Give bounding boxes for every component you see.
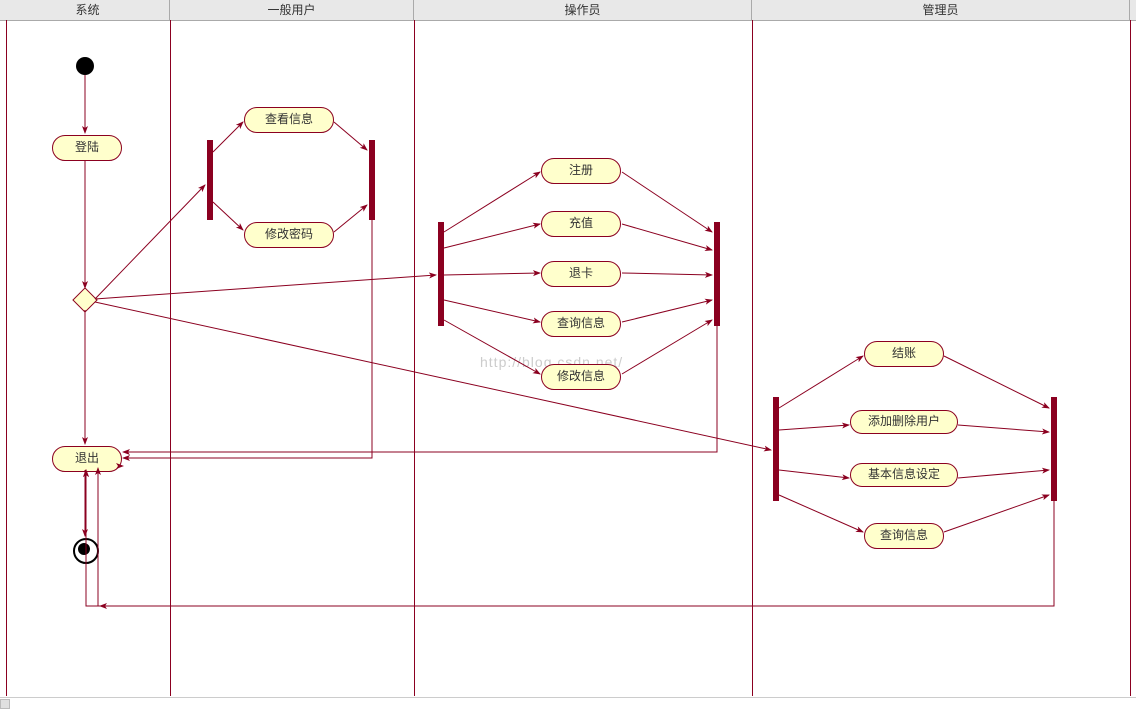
swimlane-header-operator: 操作员 [414, 0, 752, 20]
activity-login[interactable]: 登陆 [52, 135, 122, 161]
lane-border [170, 20, 171, 696]
swimlane-header-admin: 管理员 [752, 0, 1130, 20]
activity-settle[interactable]: 结账 [864, 341, 944, 367]
decision-node [72, 287, 97, 312]
lane-border [6, 20, 7, 696]
join-bar-operator [714, 222, 720, 326]
lane-border [414, 20, 415, 696]
scrollbar-corner-icon [0, 699, 10, 709]
final-node [73, 538, 99, 564]
activity-query-info-operator[interactable]: 查询信息 [541, 311, 621, 337]
activity-register[interactable]: 注册 [541, 158, 621, 184]
initial-node [76, 57, 94, 75]
lane-border [1130, 20, 1131, 696]
fork-bar-operator [438, 222, 444, 326]
bottom-ruler [0, 697, 1136, 698]
activity-change-password[interactable]: 修改密码 [244, 222, 334, 248]
activity-basic-settings[interactable]: 基本信息设定 [850, 463, 958, 487]
activity-view-info[interactable]: 查看信息 [244, 107, 334, 133]
activity-modify-info[interactable]: 修改信息 [541, 364, 621, 390]
join-bar-admin [1051, 397, 1057, 501]
fork-bar-admin [773, 397, 779, 501]
activity-add-delete-user[interactable]: 添加删除用户 [850, 410, 958, 434]
activity-return-card[interactable]: 退卡 [541, 261, 621, 287]
join-bar-user [369, 140, 375, 220]
activity-recharge[interactable]: 充值 [541, 211, 621, 237]
swimlane-header-general-user: 一般用户 [170, 0, 414, 20]
activity-exit[interactable]: 退出 [52, 446, 122, 472]
activity-query-info-admin[interactable]: 查询信息 [864, 523, 944, 549]
fork-bar-user [207, 140, 213, 220]
swimlane-header-system: 系统 [6, 0, 170, 20]
activity-diagram-canvas: 系统 一般用户 操作员 管理员 http://blog.csdn.net/ 登陆… [0, 0, 1136, 709]
lane-border [752, 20, 753, 696]
